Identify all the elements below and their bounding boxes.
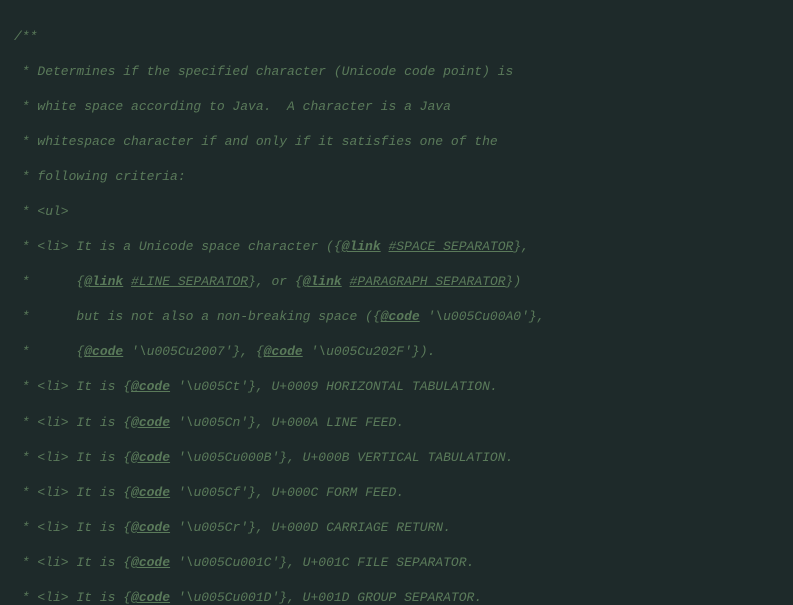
javadoc-line: * following criteria:: [14, 169, 186, 184]
javadoc-line: * <li> It is {: [14, 520, 131, 535]
javadoc-line: * <li> It is {: [14, 450, 131, 465]
javadoc-line: * {: [14, 344, 84, 359]
javadoc-line: * but is not also a non-breaking space (…: [14, 309, 381, 324]
code-tag: @code: [131, 555, 170, 570]
code-tag: @code: [131, 520, 170, 535]
javadoc-line: * <li> It is {: [14, 590, 131, 605]
javadoc-line: * {: [14, 274, 84, 289]
code-tag: @code: [264, 344, 303, 359]
javadoc-line: * <li> It is {: [14, 485, 131, 500]
javadoc-line: * white space according to Java. A chara…: [14, 99, 451, 114]
link-ref: #LINE_SEPARATOR: [131, 274, 248, 289]
code-block: /** * Determines if the specified charac…: [0, 0, 793, 605]
code-tag: @code: [131, 415, 170, 430]
code-tag: @code: [131, 379, 170, 394]
link-tag: @link: [84, 274, 123, 289]
link-tag: @link: [342, 239, 381, 254]
javadoc-line: * Determines if the specified character …: [14, 64, 513, 79]
code-tag: @code: [131, 450, 170, 465]
code-tag: @code: [84, 344, 123, 359]
javadoc-line: * <ul>: [14, 204, 69, 219]
javadoc-line: * whitespace character if and only if it…: [14, 134, 498, 149]
code-tag: @code: [381, 309, 420, 324]
link-tag: @link: [303, 274, 342, 289]
code-tag: @code: [131, 590, 170, 605]
javadoc-line: * <li> It is a Unicode space character (…: [14, 239, 342, 254]
link-ref: #SPACE_SEPARATOR: [388, 239, 513, 254]
code-tag: @code: [131, 485, 170, 500]
javadoc-start: /**: [14, 29, 37, 44]
javadoc-line: * <li> It is {: [14, 379, 131, 394]
javadoc-line: * <li> It is {: [14, 415, 131, 430]
link-ref: #PARAGRAPH_SEPARATOR: [350, 274, 506, 289]
javadoc-line: * <li> It is {: [14, 555, 131, 570]
